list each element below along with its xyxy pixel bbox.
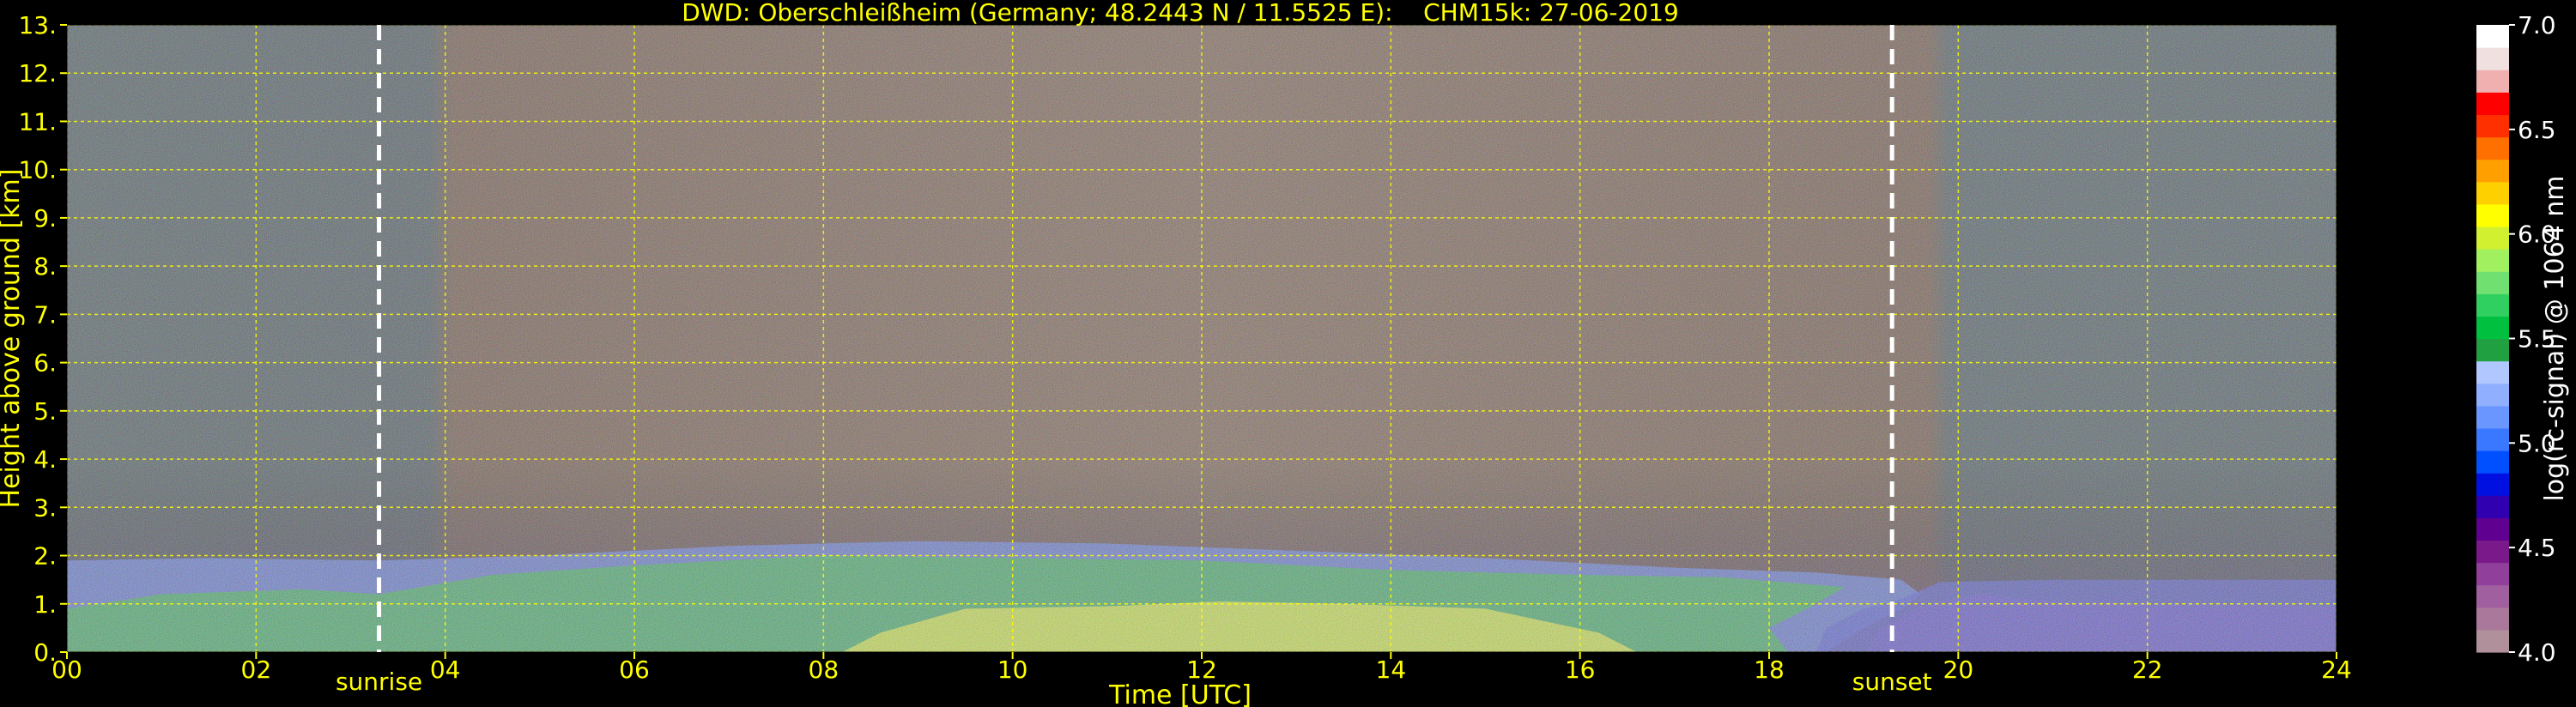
y-tick-label: 7.	[33, 300, 57, 329]
colorbar-swatch	[2476, 427, 2509, 451]
y-axis-label: Height above ground [km]	[0, 169, 26, 509]
y-tick-label: 11.	[18, 107, 57, 136]
colorbar-swatch	[2476, 226, 2509, 250]
y-tick-label: 12.	[18, 59, 57, 88]
colorbar-swatch	[2476, 92, 2509, 116]
colorbar-label: log(rc-signal) @ 1064 nm	[2540, 175, 2570, 501]
colorbar-tick-label: 7.0	[2518, 11, 2556, 39]
y-tick-label: 4.	[33, 445, 57, 474]
colorbar-swatch	[2476, 114, 2509, 138]
colorbar-swatch	[2476, 69, 2509, 93]
sunrise-label: sunrise	[336, 668, 422, 696]
colorbar-swatch	[2476, 495, 2509, 518]
y-tick-label: 6.	[33, 349, 57, 378]
y-tick-label: 3.	[33, 493, 57, 522]
y-tick-label: 9.	[33, 204, 57, 233]
colorbar-swatch	[2476, 517, 2509, 541]
plot-area	[67, 25, 2337, 652]
x-tick-label: 00	[52, 656, 82, 684]
sunset-label: sunset	[1852, 668, 1932, 696]
chart: sunrise sunset 0.1.2.3.4.5.6.7.8.9.10.11.…	[0, 0, 2570, 707]
x-tick-label: 14	[1376, 656, 1407, 684]
colorbar-swatch	[2476, 159, 2509, 183]
chart-title: DWD: Oberschleißheim (Germany; 48.2443 N…	[682, 0, 1679, 27]
x-tick-label: 16	[1565, 656, 1596, 684]
colorbar-swatch	[2476, 181, 2509, 205]
x-tick-label: 06	[619, 656, 650, 684]
noise-overlay	[67, 25, 2337, 652]
colorbar-swatch	[2476, 450, 2509, 474]
colorbar-swatch	[2476, 629, 2509, 653]
x-tick-label: 02	[241, 656, 272, 684]
colorbar-swatch	[2476, 338, 2509, 362]
x-tick-label: 10	[997, 656, 1028, 684]
colorbar-swatch	[2476, 136, 2509, 160]
x-tick-label: 18	[1754, 656, 1785, 684]
colorbar-swatch	[2476, 293, 2509, 317]
colorbar-swatch	[2476, 249, 2509, 272]
x-tick-label: 24	[2321, 656, 2352, 684]
colorbar-tick-label: 4.0	[2518, 638, 2556, 667]
colorbar-swatch	[2476, 473, 2509, 496]
x-tick-label: 22	[2132, 656, 2163, 684]
colorbar-swatch	[2476, 360, 2509, 384]
x-tick-label: 04	[430, 656, 461, 684]
colorbar-swatch	[2476, 584, 2509, 608]
x-tick-label: 20	[1943, 656, 1974, 684]
colorbar-swatch	[2476, 405, 2509, 429]
colorbar-swatch	[2476, 607, 2509, 631]
colorbar-swatch	[2476, 47, 2509, 70]
colorbar-tick-label: 4.5	[2518, 534, 2556, 562]
colorbar-swatch	[2476, 562, 2509, 586]
y-tick-label: 1.	[33, 590, 57, 619]
y-tick-label: 8.	[33, 252, 57, 281]
y-tick-label: 13.	[18, 11, 57, 39]
colorbar-swatch	[2476, 25, 2509, 48]
x-axis-label: Time [UTC]	[1108, 680, 1252, 707]
colorbar-swatch	[2476, 271, 2509, 294]
colorbar-swatch	[2476, 203, 2509, 227]
colorbar-swatch	[2476, 383, 2509, 407]
colorbar-swatch	[2476, 316, 2509, 340]
colorbar-tick-label: 6.5	[2518, 116, 2556, 144]
y-tick-label: 5.	[33, 397, 57, 426]
colorbar	[2476, 25, 2509, 653]
x-tick-label: 08	[809, 656, 839, 684]
colorbar-swatch	[2476, 540, 2509, 564]
y-tick-label: 2.	[33, 542, 57, 571]
